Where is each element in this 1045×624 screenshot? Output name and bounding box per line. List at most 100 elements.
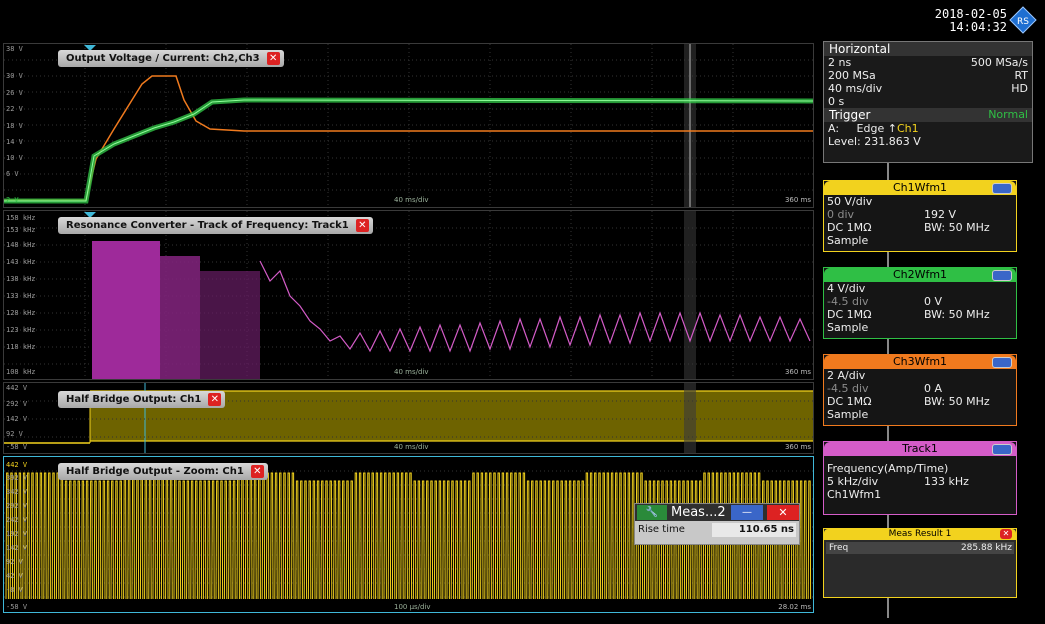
track-scale: 5 kHz/div: [827, 475, 879, 488]
rohde-schwarz-logo-icon: RS: [1009, 6, 1037, 34]
panel-title[interactable]: Resonance Converter - Track of Frequency…: [58, 217, 373, 234]
waveform-panel-output[interactable]: 38 V 30 V 26 V 22 V 18 V 14 V 10 V 6 V 2…: [3, 43, 814, 208]
y-label: 26 V: [6, 89, 23, 97]
y-label: 242 V: [6, 516, 28, 524]
time-end-label: 360 ms: [784, 368, 811, 376]
trigger-type: Edge: [856, 122, 885, 135]
y-label: 342 V: [6, 488, 28, 496]
panel-title[interactable]: Output Voltage / Current: Ch2,Ch3 ✕: [58, 50, 284, 67]
y-label: 92 V: [6, 430, 23, 438]
minimize-icon[interactable]: [992, 270, 1012, 281]
time-div-label: 40 ms/div: [394, 368, 429, 376]
waveform-panel-track[interactable]: 158 kHz 153 kHz 148 kHz 143 kHz 138 kHz …: [3, 210, 814, 380]
channel-header: Ch2Wfm1: [824, 268, 1016, 282]
channel-name: Ch1Wfm1: [892, 181, 948, 194]
channel-box-ch1[interactable]: Ch1Wfm1 50 V/div 0 div 192 V DC 1MΩ BW: 50…: [823, 180, 1017, 252]
acq-mode: Sample: [827, 321, 869, 334]
resolution-mode: HD: [1011, 82, 1028, 95]
y-label: 158 kHz: [6, 214, 36, 222]
channel-name: Ch3Wfm1: [892, 355, 948, 368]
minimize-icon[interactable]: [992, 444, 1012, 455]
meas-result-box[interactable]: Meas Result 1 ✕ Freq 285.88 kHz: [823, 528, 1017, 598]
y-label: 108 kHz: [6, 368, 36, 376]
offset-label: -4.5 div: [827, 382, 869, 395]
time-end-label: 360 ms: [784, 196, 811, 204]
track-function: Frequency(Amp/Time): [827, 462, 949, 475]
bandwidth: BW: 50 MHz: [924, 308, 990, 321]
track-box[interactable]: Track1 Frequency(Amp/Time) 5 kHz/div 133 …: [823, 441, 1017, 515]
time-div-label: 100 µs/div: [394, 603, 431, 611]
acq-mode: RT: [1014, 69, 1028, 82]
y-label: 14 V: [6, 138, 23, 146]
coupling: DC 1MΩ: [827, 308, 872, 321]
record-length: 200 MSa: [828, 69, 876, 82]
panel-title-text: Half Bridge Output - Zoom: Ch1: [66, 466, 244, 477]
svg-text:RS: RS: [1017, 17, 1029, 27]
channel-box-ch2[interactable]: Ch2Wfm1 4 V/div -4.5 div 0 V DC 1MΩ BW: 50…: [823, 267, 1017, 339]
y-label: 118 kHz: [6, 343, 36, 351]
y-label: 153 kHz: [6, 226, 36, 234]
close-icon[interactable]: ✕: [208, 393, 222, 406]
y-label: 22 V: [6, 105, 23, 113]
acq-mode: Sample: [827, 408, 869, 421]
vertical-scale: 2 A/div: [827, 369, 866, 382]
wrench-icon[interactable]: 🔧: [637, 505, 667, 520]
time-div-label: 40 ms/div: [394, 443, 429, 451]
measurement-popup[interactable]: 🔧 Meas...2 — ✕ Rise time 110.65 ns: [634, 503, 800, 545]
meas-result-value: 285.88 kHz: [960, 543, 1012, 553]
y-label: 2 V: [6, 196, 19, 204]
time-end-label: 360 ms: [784, 443, 811, 451]
panel-title-text: Output Voltage / Current: Ch2,Ch3: [66, 53, 260, 64]
waveform-panel-halfbridge[interactable]: 442 V 292 V 142 V 92 V -58 V 40 ms/div 3…: [3, 382, 814, 454]
y-label: 138 kHz: [6, 275, 36, 283]
y-label: 18 V: [6, 122, 23, 130]
horizontal-position: 0 s: [828, 95, 845, 108]
y-label: 38 V: [6, 45, 23, 53]
trigger-title: Trigger: [829, 108, 871, 122]
y-label: 123 kHz: [6, 326, 36, 334]
track-value: 133 kHz: [924, 475, 969, 488]
vertical-scale: 50 V/div: [827, 195, 873, 208]
measurement-label: Rise time: [638, 524, 685, 535]
minimize-button[interactable]: —: [731, 505, 763, 520]
panel-title[interactable]: Half Bridge Output: Ch1 ✕: [58, 391, 226, 408]
close-icon[interactable]: ✕: [266, 52, 280, 65]
time-scale: 2 ns: [828, 56, 852, 69]
y-label: 192 V: [6, 530, 28, 538]
offset-value: 0 A: [924, 382, 943, 395]
offset-label: 0 div: [827, 208, 855, 221]
y-label: 10 V: [6, 154, 23, 162]
horizontal-trigger-box[interactable]: Horizontal 2 ns 500 MSa/s 200 MSa RT 40 ms…: [823, 41, 1033, 163]
y-label: 292 V: [6, 400, 28, 408]
trigger-channel: Ch1: [896, 122, 919, 135]
y-label: 292 V: [6, 502, 28, 510]
channel-box-ch3[interactable]: Ch3Wfm1 2 A/div -4.5 div 0 A DC 1MΩ BW: 50…: [823, 354, 1017, 426]
channel-name: Ch2Wfm1: [892, 268, 948, 281]
close-icon[interactable]: ✕: [1000, 529, 1012, 539]
minimize-icon[interactable]: [992, 357, 1012, 368]
minimize-icon[interactable]: [992, 183, 1012, 194]
sample-rate: 500 MSa/s: [970, 56, 1028, 69]
y-label: 128 kHz: [6, 309, 36, 317]
y-label: -58 V: [6, 443, 28, 451]
close-button[interactable]: ✕: [767, 505, 799, 520]
meas-result-label: Freq: [829, 543, 849, 553]
track-source: Ch1Wfm1: [827, 488, 882, 501]
y-label: 392 V: [6, 474, 28, 482]
panel-title-text: Half Bridge Output: Ch1: [66, 394, 202, 405]
close-icon[interactable]: ✕: [250, 465, 264, 478]
track-name: Track1: [902, 442, 938, 455]
trigger-state: Normal: [988, 108, 1028, 121]
rising-edge-icon: ↑: [887, 122, 897, 135]
panel-title[interactable]: Half Bridge Output - Zoom: Ch1 ✕: [58, 463, 268, 480]
time-div-label: 40 ms/div: [394, 196, 429, 204]
y-label: 42 V: [6, 572, 23, 580]
track-trace: [259, 260, 811, 353]
measurement-popup-title: Meas...2: [671, 505, 726, 520]
y-label: 142 V: [6, 415, 28, 423]
y-label: 30 V: [6, 72, 23, 80]
y-label: 6 V: [6, 170, 19, 178]
close-icon[interactable]: ✕: [355, 219, 369, 232]
time-label: 14:04:32: [949, 20, 1007, 34]
date-time-display: 2018-02-05 14:04:32: [935, 8, 1007, 34]
